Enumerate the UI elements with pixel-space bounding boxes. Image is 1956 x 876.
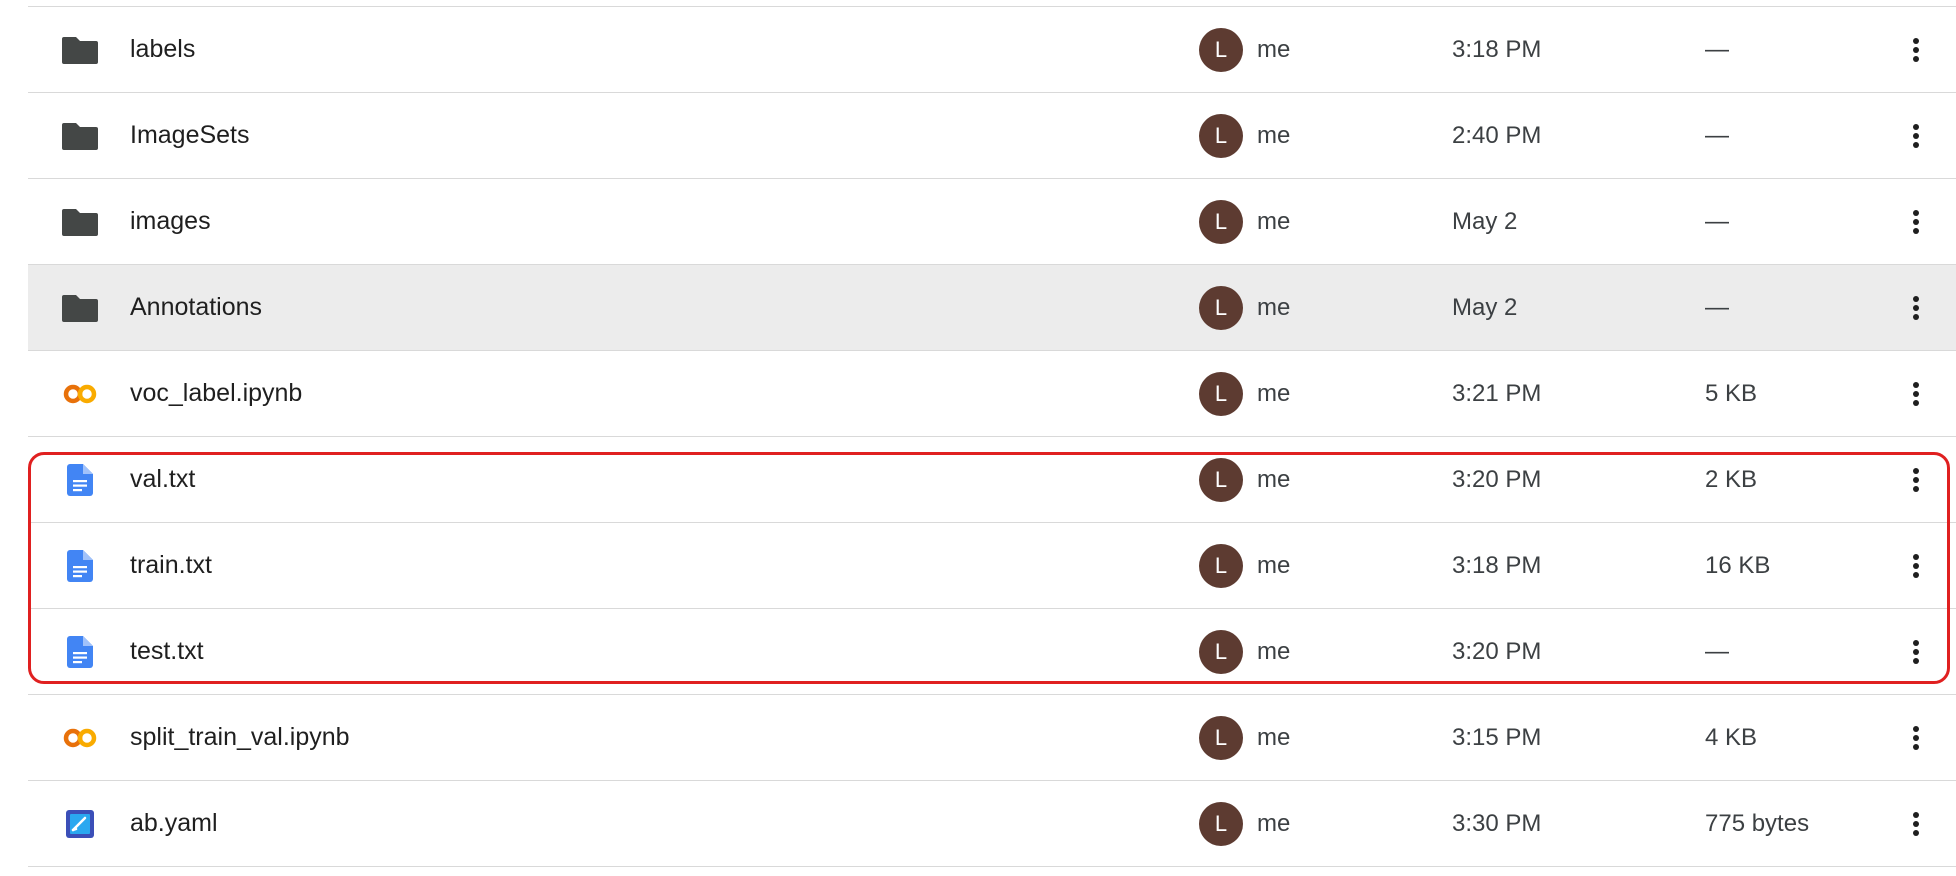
owner-cell: L me [1199, 371, 1291, 416]
owner-label: me [1257, 809, 1291, 837]
last-modified: 3:20 PM [1452, 465, 1542, 493]
more-vertical-icon[interactable] [1896, 200, 1936, 244]
file-name[interactable]: val.txt [130, 465, 195, 494]
file-size: 16 KB [1705, 551, 1771, 579]
file-name[interactable]: test.txt [130, 637, 204, 666]
owner-label: me [1257, 207, 1291, 235]
last-modified: 3:18 PM [1452, 551, 1542, 579]
file-size: — [1705, 121, 1729, 149]
last-modified: May 2 [1452, 207, 1518, 235]
avatar[interactable]: L [1199, 457, 1243, 502]
file-row[interactable]: voc_label.ipynb L me 3:21 PM 5 KB [28, 351, 1956, 437]
more-vertical-icon[interactable] [1896, 630, 1936, 674]
last-modified: 3:15 PM [1452, 723, 1542, 751]
more-vertical-icon[interactable] [1896, 114, 1936, 158]
text-document-icon [58, 458, 102, 502]
colab-icon [58, 716, 102, 760]
file-name[interactable]: voc_label.ipynb [130, 379, 302, 408]
avatar[interactable]: L [1199, 629, 1243, 674]
file-size: 2 KB [1705, 465, 1758, 493]
avatar[interactable]: L [1199, 199, 1243, 244]
owner-label: me [1257, 121, 1291, 149]
last-modified: 3:20 PM [1452, 637, 1542, 665]
file-row[interactable]: Annotations L me May 2 — [28, 265, 1956, 351]
file-name[interactable]: ImageSets [130, 121, 250, 150]
file-size: — [1705, 207, 1729, 235]
owner-label: me [1257, 465, 1291, 493]
file-row[interactable]: images L me May 2 — [28, 179, 1956, 265]
avatar[interactable]: L [1199, 801, 1243, 846]
owner-label: me [1257, 637, 1291, 665]
yaml-file-icon [58, 802, 102, 846]
more-vertical-icon[interactable] [1896, 716, 1936, 760]
more-vertical-icon[interactable] [1896, 28, 1936, 72]
file-row[interactable]: val.txt L me 3:20 PM 2 KB [28, 437, 1956, 523]
more-vertical-icon[interactable] [1896, 802, 1936, 846]
colab-icon [58, 372, 102, 416]
last-modified: May 2 [1452, 293, 1518, 321]
avatar[interactable]: L [1199, 27, 1243, 72]
file-name[interactable]: Annotations [130, 293, 262, 322]
file-row[interactable]: ab.yaml L me 3:30 PM 775 bytes [28, 781, 1956, 867]
owner-cell: L me [1199, 285, 1291, 330]
file-row[interactable]: split_train_val.ipynb L me 3:15 PM 4 KB [28, 695, 1956, 781]
file-name[interactable]: split_train_val.ipynb [130, 723, 350, 752]
owner-label: me [1257, 551, 1291, 579]
avatar[interactable]: L [1199, 113, 1243, 158]
folder-icon [58, 114, 102, 158]
folder-icon [58, 200, 102, 244]
file-name[interactable]: ab.yaml [130, 809, 218, 838]
owner-label: me [1257, 723, 1291, 751]
avatar[interactable]: L [1199, 285, 1243, 330]
more-vertical-icon[interactable] [1896, 544, 1936, 588]
file-row[interactable]: train.txt L me 3:18 PM 16 KB [28, 523, 1956, 609]
folder-icon [58, 28, 102, 72]
file-size: 775 bytes [1705, 809, 1810, 837]
owner-cell: L me [1199, 715, 1291, 760]
file-row[interactable]: test.txt L me 3:20 PM — [28, 609, 1956, 695]
more-vertical-icon[interactable] [1896, 286, 1936, 330]
text-document-icon [58, 630, 102, 674]
more-vertical-icon[interactable] [1896, 458, 1936, 502]
owner-label: me [1257, 379, 1291, 407]
last-modified: 3:18 PM [1452, 35, 1542, 63]
owner-cell: L me [1199, 199, 1291, 244]
owner-label: me [1257, 35, 1291, 63]
file-size: 5 KB [1705, 379, 1758, 407]
owner-cell: L me [1199, 113, 1291, 158]
more-vertical-icon[interactable] [1896, 372, 1936, 416]
file-list: labels L me 3:18 PM — ImageSets L me 2:4… [28, 7, 1956, 867]
owner-cell: L me [1199, 801, 1291, 846]
file-size: 4 KB [1705, 723, 1758, 751]
owner-cell: L me [1199, 629, 1291, 674]
file-name[interactable]: images [130, 207, 211, 236]
owner-cell: L me [1199, 457, 1291, 502]
text-document-icon [58, 544, 102, 588]
last-modified: 2:40 PM [1452, 121, 1542, 149]
file-row[interactable]: labels L me 3:18 PM — [28, 7, 1956, 93]
file-name[interactable]: labels [130, 35, 195, 64]
last-modified: 3:21 PM [1452, 379, 1542, 407]
file-size: — [1705, 293, 1729, 321]
avatar[interactable]: L [1199, 371, 1243, 416]
file-size: — [1705, 35, 1729, 63]
avatar[interactable]: L [1199, 543, 1243, 588]
owner-label: me [1257, 293, 1291, 321]
owner-cell: L me [1199, 543, 1291, 588]
avatar[interactable]: L [1199, 715, 1243, 760]
file-name[interactable]: train.txt [130, 551, 212, 580]
owner-cell: L me [1199, 27, 1291, 72]
folder-icon [58, 286, 102, 330]
file-size: — [1705, 637, 1729, 665]
file-row[interactable]: ImageSets L me 2:40 PM — [28, 93, 1956, 179]
last-modified: 3:30 PM [1452, 809, 1542, 837]
